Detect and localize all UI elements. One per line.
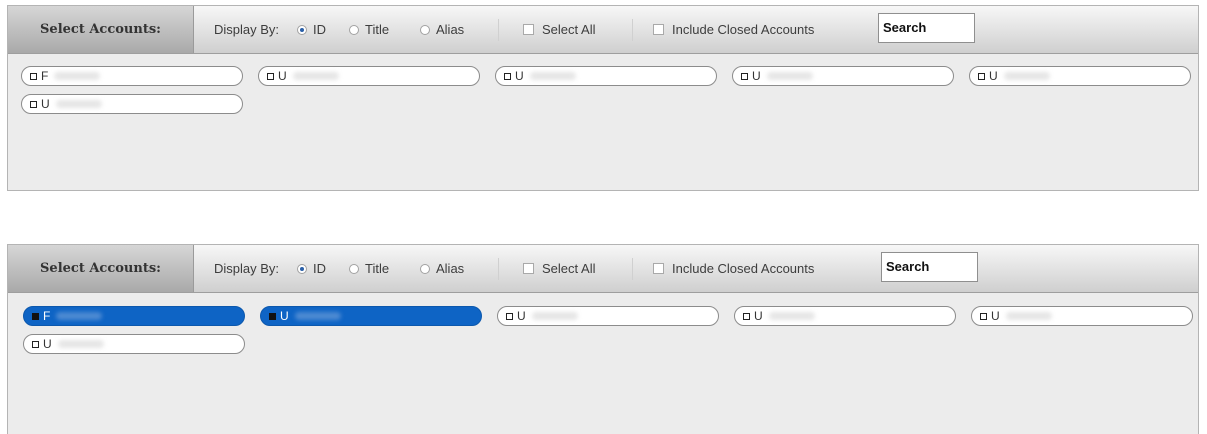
display-by-alias-radio[interactable]: Alias: [420, 6, 464, 53]
panel-header: Select Accounts:: [8, 245, 194, 292]
redacted-account-number: [56, 312, 103, 320]
redacted-account-number: [54, 72, 101, 80]
checkbox-icon: [30, 72, 37, 80]
search-input[interactable]: Search: [878, 13, 975, 43]
checkbox-icon: [653, 263, 664, 274]
display-by-id-radio[interactable]: ID: [297, 245, 326, 292]
checkbox-icon: [30, 100, 37, 108]
include-closed-accounts-checkbox[interactable]: Include Closed Accounts: [653, 6, 814, 53]
display-by-title-radio[interactable]: Title: [349, 245, 389, 292]
radio-icon: [297, 24, 307, 35]
radio-icon: [420, 263, 430, 274]
redacted-account-number: [531, 312, 578, 320]
checkbox-icon: [741, 72, 748, 80]
account-pill[interactable]: U: [734, 306, 956, 326]
checkbox-icon: [269, 312, 276, 320]
toolbar-divider: [498, 258, 499, 280]
panel-header-label: Select Accounts:: [40, 22, 161, 37]
account-pill[interactable]: U: [732, 66, 954, 86]
checkbox-icon: [653, 24, 664, 35]
account-pill[interactable]: U: [495, 66, 717, 86]
redacted-account-number: [1005, 312, 1052, 320]
account-list: F U U U U U: [8, 293, 1198, 413]
redacted-account-number: [294, 312, 341, 320]
checkbox-icon: [523, 263, 534, 274]
radio-icon: [420, 24, 430, 35]
account-pill[interactable]: U: [497, 306, 719, 326]
account-pill[interactable]: U: [258, 66, 480, 86]
checkbox-icon: [506, 312, 513, 320]
panel-header: Select Accounts:: [8, 6, 194, 53]
display-by-alias-radio[interactable]: Alias: [420, 245, 464, 292]
account-pill-selected[interactable]: F: [23, 306, 245, 326]
redacted-account-number: [766, 72, 813, 80]
search-input[interactable]: Search: [881, 252, 978, 282]
account-pill[interactable]: U: [969, 66, 1191, 86]
radio-icon: [349, 24, 359, 35]
checkbox-icon: [743, 312, 750, 320]
select-all-checkbox[interactable]: Select All: [523, 6, 595, 53]
redacted-account-number: [529, 72, 576, 80]
checkbox-icon: [523, 24, 534, 35]
account-list: F U U U U U: [8, 54, 1198, 174]
account-pill[interactable]: U: [23, 334, 245, 354]
display-by-title-radio[interactable]: Title: [349, 6, 389, 53]
toolbar-divider: [498, 19, 499, 41]
redacted-account-number: [768, 312, 815, 320]
redacted-account-number: [55, 100, 102, 108]
select-all-checkbox[interactable]: Select All: [523, 245, 595, 292]
checkbox-icon: [32, 312, 39, 320]
account-pill[interactable]: U: [21, 94, 243, 114]
redacted-account-number: [292, 72, 339, 80]
account-selector-panel: Select Accounts: Display By: ID Title Al…: [7, 5, 1199, 191]
panel-header-label: Select Accounts:: [40, 261, 161, 276]
checkbox-icon: [504, 72, 511, 80]
radio-icon: [297, 263, 307, 274]
account-pill[interactable]: F: [21, 66, 243, 86]
include-closed-accounts-checkbox[interactable]: Include Closed Accounts: [653, 245, 814, 292]
display-by-id-radio[interactable]: ID: [297, 6, 326, 53]
account-selector-toolbar: Select Accounts: Display By: ID Title Al…: [8, 6, 1198, 54]
account-selector-toolbar: Select Accounts: Display By: ID Title Al…: [8, 245, 1198, 293]
radio-icon: [349, 263, 359, 274]
account-selector-panel: Select Accounts: Display By: ID Title Al…: [7, 244, 1199, 434]
toolbar-divider: [632, 19, 633, 41]
redacted-account-number: [57, 340, 104, 348]
toolbar-divider: [632, 258, 633, 280]
checkbox-icon: [980, 312, 987, 320]
display-by-label: Display By:: [214, 22, 280, 37]
redacted-account-number: [1003, 72, 1050, 80]
account-pill[interactable]: U: [971, 306, 1193, 326]
checkbox-icon: [267, 72, 274, 80]
display-by-label: Display By:: [214, 261, 280, 276]
checkbox-icon: [978, 72, 985, 80]
checkbox-icon: [32, 340, 39, 348]
account-pill-selected[interactable]: U: [260, 306, 482, 326]
